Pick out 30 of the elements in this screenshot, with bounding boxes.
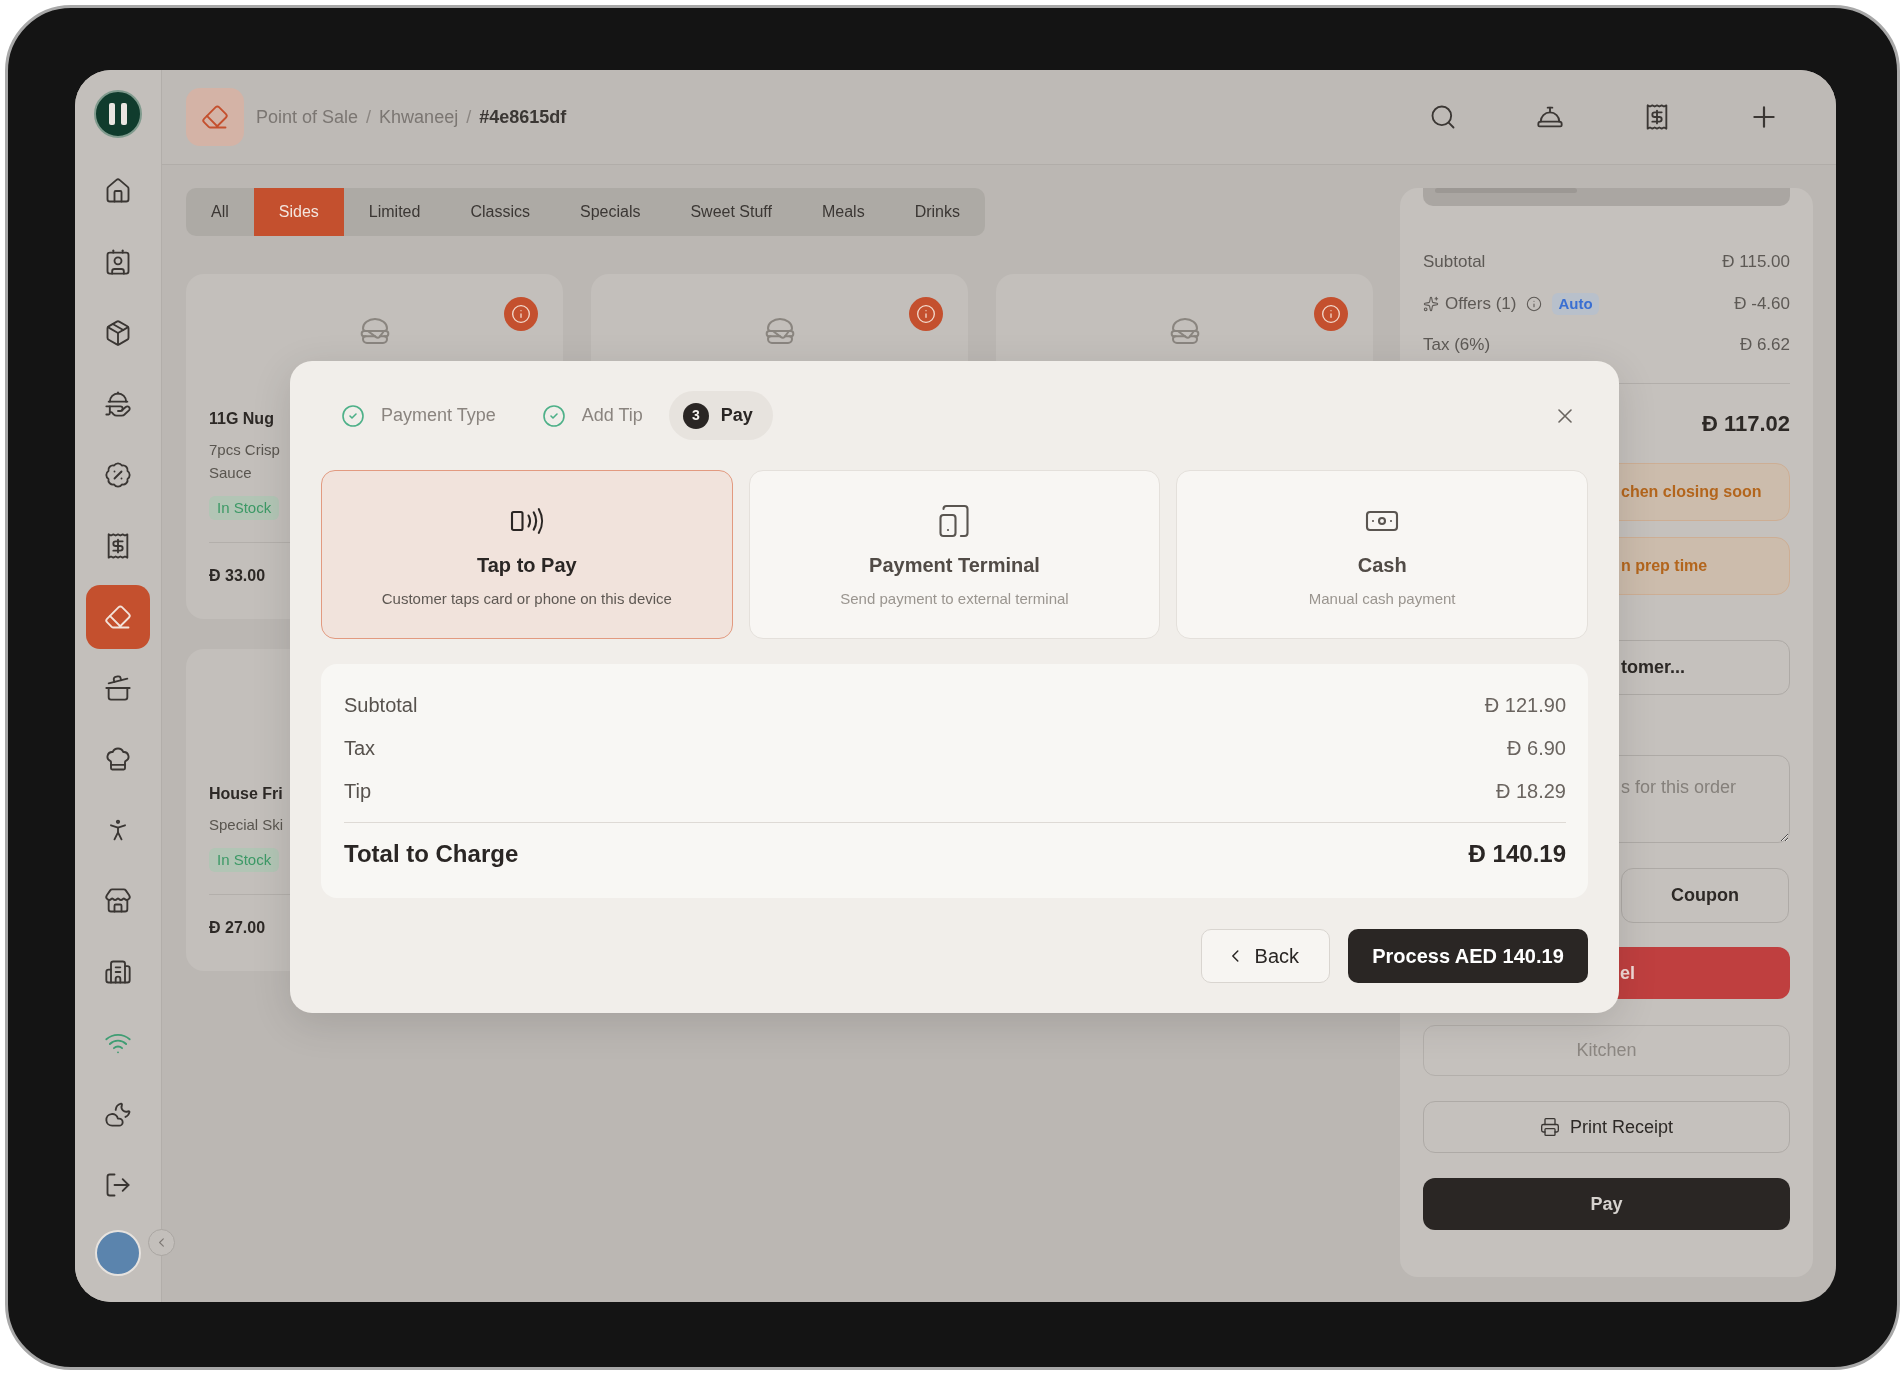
- summary-label: Tip: [344, 779, 372, 804]
- summary-label: Offers (1): [1445, 293, 1517, 316]
- price: Ð 27.00: [209, 918, 266, 938]
- stock-badge: In Stock: [209, 496, 280, 520]
- summary-value: Ð 6.62: [1739, 334, 1790, 357]
- summary-label: Subtotal: [1423, 251, 1486, 274]
- summary-label: Tax (6%): [1423, 334, 1491, 357]
- auto-badge: Auto: [1552, 293, 1599, 315]
- summary-label: Subtotal: [344, 693, 418, 718]
- summary-label: Tax: [344, 736, 376, 761]
- stock-badge: In Stock: [209, 848, 280, 872]
- breadcrumb-current: #4e8615df: [479, 105, 567, 129]
- alert-text: n prep time: [1621, 556, 1708, 576]
- summary-value: Ð 121.90: [1484, 693, 1566, 718]
- summary-value: Ð -4.60: [1734, 293, 1790, 316]
- product-name: House Fri: [209, 784, 283, 804]
- alert-text: chen closing soon: [1621, 482, 1762, 502]
- breadcrumb-separator: /: [466, 105, 472, 129]
- product-description: Special Ski: [209, 815, 284, 835]
- summary-value: Ð 115.00: [1722, 251, 1790, 274]
- product-name: 11G Nug: [209, 409, 274, 429]
- product-description: 7pcs Crisp Sauce: [209, 440, 280, 483]
- price: Ð 33.00: [209, 566, 266, 586]
- total-label: Total to Charge: [344, 839, 519, 869]
- total-value: Ð 117.02: [1701, 409, 1790, 438]
- total-value: Ð 140.19: [1468, 839, 1566, 869]
- breadcrumb-separator: /: [366, 105, 372, 129]
- summary-value: Ð 18.29: [1495, 779, 1566, 804]
- step-number: 3: [682, 402, 709, 429]
- summary-value: Ð 6.90: [1507, 736, 1566, 761]
